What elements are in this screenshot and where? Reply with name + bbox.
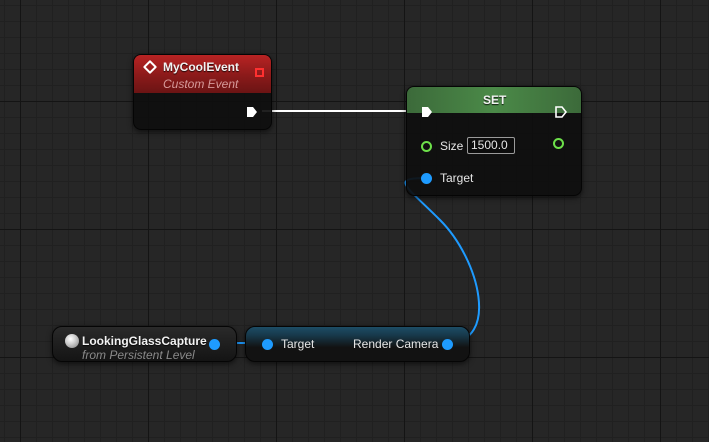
getter-target-in-pin[interactable] bbox=[262, 339, 273, 350]
set-title: SET bbox=[483, 93, 507, 107]
set-exec-in-pin[interactable] bbox=[421, 106, 433, 118]
delegate-pin[interactable] bbox=[255, 68, 264, 77]
level-actor-reference-node[interactable]: LookingGlassCapture from Persistent Leve… bbox=[52, 326, 237, 362]
event-diamond-icon bbox=[142, 59, 158, 75]
event-exec-out-pin[interactable] bbox=[246, 106, 258, 118]
target-wire[interactable] bbox=[404, 177, 481, 344]
size-in-pin[interactable] bbox=[421, 141, 432, 152]
event-title: MyCoolEvent bbox=[163, 60, 240, 74]
graph-wires bbox=[218, 110, 481, 344]
render-camera-getter-node[interactable]: Target Render Camera bbox=[245, 326, 470, 362]
set-exec-out-pin[interactable] bbox=[555, 106, 567, 118]
event-subtitle: Custom Event bbox=[163, 77, 239, 91]
level-actor-icon bbox=[65, 334, 79, 348]
event-node-header[interactable]: MyCoolEvent Custom Event bbox=[134, 55, 271, 93]
set-node[interactable]: SET Size 1500.0 Target bbox=[406, 86, 582, 196]
custom-event-node[interactable]: MyCoolEvent Custom Event bbox=[133, 54, 272, 130]
size-label: Size bbox=[440, 139, 464, 153]
size-out-pin[interactable] bbox=[553, 138, 564, 149]
getter-target-label: Target bbox=[281, 337, 315, 351]
target-label: Target bbox=[440, 171, 474, 185]
size-input[interactable]: 1500.0 bbox=[467, 137, 515, 154]
variable-out-pin[interactable] bbox=[209, 339, 220, 350]
target-in-pin[interactable] bbox=[421, 173, 432, 184]
render-camera-label: Render Camera bbox=[353, 337, 439, 351]
render-camera-out-pin[interactable] bbox=[442, 339, 453, 350]
variable-subtitle: from Persistent Level bbox=[82, 348, 195, 362]
variable-title: LookingGlassCapture bbox=[82, 334, 207, 348]
